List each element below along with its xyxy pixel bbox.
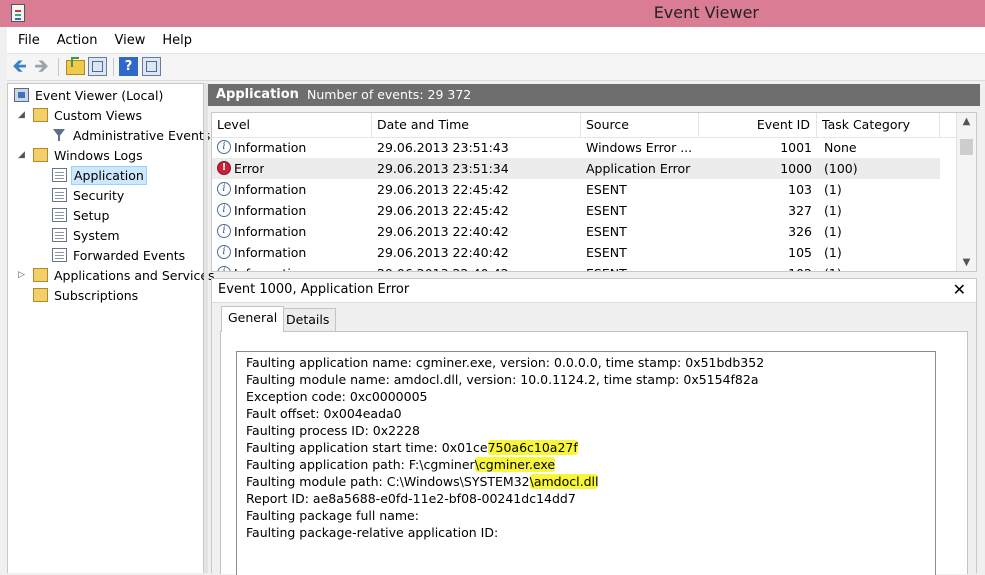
event-row[interactable]: i Information 29.06.2013 22:40:42 ESENT …	[212, 221, 940, 242]
collapsed-triangle-icon[interactable]: ▷	[18, 266, 27, 285]
error-icon: !	[217, 161, 231, 175]
event-description-textbox[interactable]: Faulting application name: cgminer.exe, …	[236, 351, 936, 575]
event-viewer-icon	[14, 88, 29, 102]
exception-code: Exception code: 0xc0000005	[246, 389, 428, 404]
event-row[interactable]: i Information 29.06.2013 22:45:42 ESENT …	[212, 200, 940, 221]
expanded-triangle-icon[interactable]: ◢	[18, 106, 27, 125]
faulting-module-name: Faulting module name: amdocl.dll, versio…	[246, 372, 759, 387]
console-tree: Event Viewer (Local) ◢ Custom Views Admi…	[7, 83, 215, 573]
folder-icon	[33, 108, 48, 122]
log-icon	[52, 208, 67, 222]
show-hide-console-tree-icon[interactable]	[88, 57, 107, 76]
faulting-package-full-name: Faulting package full name:	[246, 508, 419, 523]
information-icon: i	[217, 266, 231, 271]
menu-help[interactable]: Help	[151, 27, 198, 48]
event-list-scrollbar[interactable]: ▲ ▼	[956, 113, 976, 271]
fault-offset: Fault offset: 0x004eada0	[246, 406, 402, 421]
tab-general[interactable]: General	[221, 306, 285, 332]
pane-splitter[interactable]	[204, 83, 208, 573]
event-detail-header: Event 1000, Application Error ✕	[212, 279, 976, 303]
window-title: Event Viewer	[653, 3, 759, 22]
general-tab-content: Faulting application name: cgminer.exe, …	[220, 331, 968, 575]
information-icon: i	[217, 140, 231, 154]
toolbar-separator	[113, 58, 114, 76]
tab-details[interactable]: Details	[279, 308, 337, 332]
folder-icon	[33, 288, 48, 302]
event-detail-title: Event 1000, Application Error	[218, 282, 410, 297]
forward-arrow-icon[interactable]: 🡺	[32, 57, 51, 76]
event-row[interactable]: i Information 29.06.2013 23:51:43 Window…	[212, 137, 940, 158]
scroll-up-arrow-icon[interactable]: ▲	[957, 113, 976, 130]
column-level[interactable]: Level	[212, 113, 372, 137]
log-header-bar: Application Number of events: 29 372	[208, 84, 980, 106]
faulting-application-start-time: Faulting application start time: 0x01ce7…	[246, 440, 578, 455]
filter-funnel-icon	[52, 128, 67, 142]
column-event-id[interactable]: Event ID	[699, 113, 817, 137]
close-icon[interactable]: ✕	[953, 280, 966, 299]
back-arrow-icon[interactable]: 🡸	[10, 57, 29, 76]
information-icon: i	[217, 224, 231, 238]
faulting-package-relative-application-id: Faulting package-relative application ID…	[246, 525, 499, 540]
report-id: Report ID: ae8a5688-e0fd-11e2-bf08-00241…	[246, 491, 576, 506]
event-list-body: i Information 29.06.2013 23:51:43 Window…	[212, 137, 957, 271]
faulting-module-path: Faulting module path: C:\Windows\SYSTEM3…	[246, 474, 599, 489]
toolbar: 🡸 🡺 ?	[7, 54, 985, 81]
event-row[interactable]: i Information 29.06.2013 22:40:42 ESENT …	[212, 242, 940, 263]
information-icon: i	[217, 203, 231, 217]
up-folder-icon[interactable]	[66, 57, 85, 75]
faulting-process-id: Faulting process ID: 0x2228	[246, 423, 420, 438]
highlight-mark: \amdocl.dll	[529, 474, 599, 489]
event-detail-pane: Event 1000, Application Error ✕ General …	[211, 278, 977, 575]
log-name: Application	[216, 87, 299, 102]
event-row[interactable]: ! Error 29.06.2013 23:51:34 Application …	[212, 158, 940, 179]
help-icon[interactable]: ?	[119, 57, 138, 76]
menu-action[interactable]: Action	[46, 27, 104, 48]
event-list-header: Level Date and Time Source Event ID Task…	[212, 113, 957, 138]
information-icon: i	[217, 245, 231, 259]
column-date-time[interactable]: Date and Time	[372, 113, 581, 137]
event-count: Number of events: 29 372	[307, 87, 472, 102]
highlight-mark: 750a6c10a27f	[487, 440, 578, 455]
menu-view[interactable]: View	[103, 27, 151, 48]
event-list: Level Date and Time Source Event ID Task…	[211, 112, 977, 272]
information-icon: i	[217, 182, 231, 196]
faulting-application-name: Faulting application name: cgminer.exe, …	[246, 355, 765, 370]
column-source[interactable]: Source	[581, 113, 699, 137]
log-icon	[52, 188, 67, 202]
expanded-triangle-icon[interactable]: ◢	[18, 146, 27, 165]
event-row[interactable]: i Information 29.06.2013 22:45:42 ESENT …	[212, 179, 940, 200]
title-bar: Event Viewer	[0, 0, 985, 27]
log-icon	[52, 248, 67, 262]
log-icon	[52, 228, 67, 242]
folder-icon	[33, 268, 48, 282]
scroll-down-arrow-icon[interactable]: ▼	[957, 254, 976, 271]
show-hide-action-pane-icon[interactable]	[142, 57, 161, 76]
menu-bar: File Action View Help	[7, 27, 985, 54]
toolbar-separator	[58, 58, 59, 76]
column-task-category[interactable]: Task Category	[817, 113, 940, 137]
log-icon	[52, 168, 67, 182]
highlight-mark: \cgminer.exe	[474, 457, 556, 472]
folder-icon	[33, 148, 48, 162]
event-row[interactable]: i Information 29.06.2013 22:40:42 ESENT …	[212, 263, 940, 271]
menu-file[interactable]: File	[7, 27, 46, 48]
scroll-thumb[interactable]	[960, 139, 973, 155]
faulting-application-path: Faulting application path: F:\cgminer\cg…	[246, 457, 556, 472]
